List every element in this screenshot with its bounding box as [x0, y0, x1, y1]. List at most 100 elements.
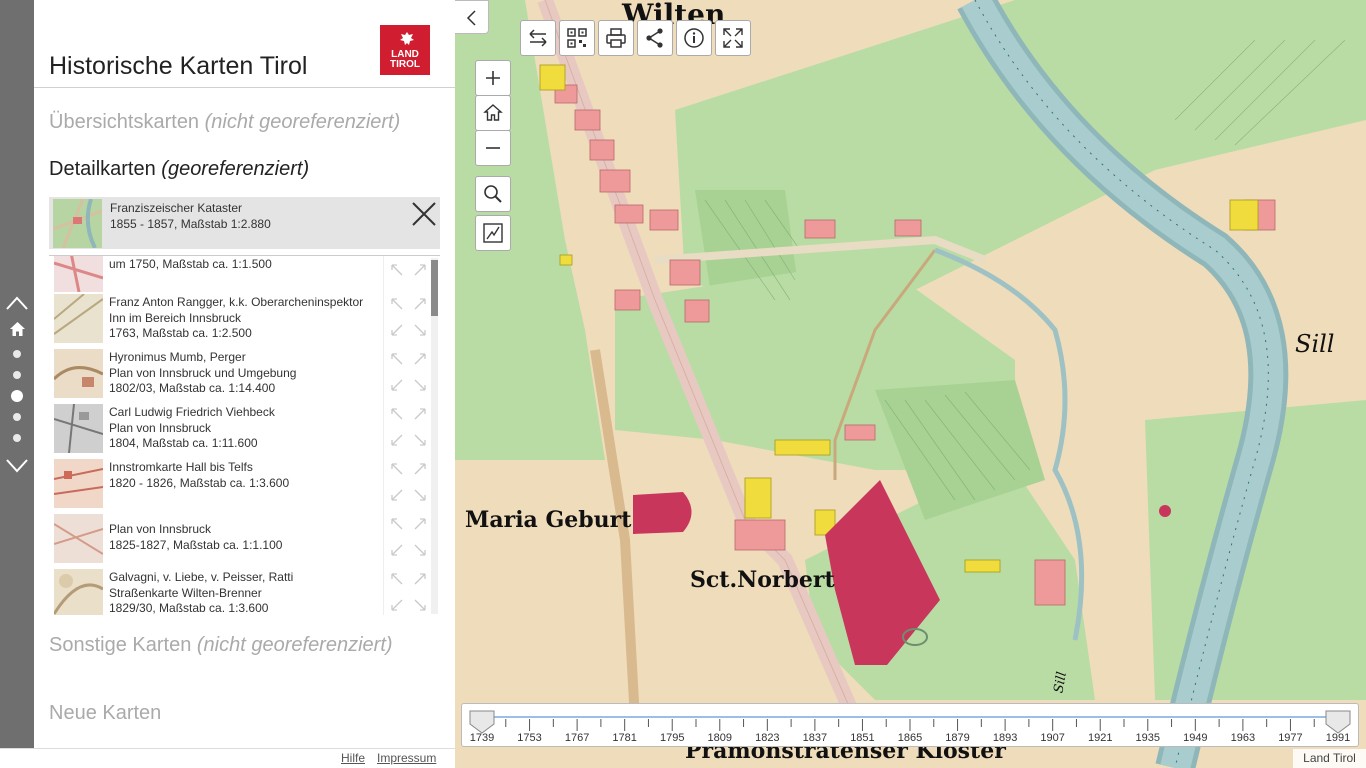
help-link[interactable]: Hilfe	[341, 751, 365, 765]
arrow-up-right-icon[interactable]	[414, 352, 427, 365]
map-thumbnail	[54, 459, 103, 508]
info-button[interactable]	[676, 20, 712, 56]
zoom-in-button[interactable]	[475, 60, 511, 96]
timeline-slider[interactable]: 1739 1753 1767 1781 1795 1809 1823 1837 1851 1865…	[461, 703, 1359, 747]
arrow-down-left-icon[interactable]	[390, 324, 403, 337]
timeline-end-handle[interactable]	[1325, 710, 1351, 734]
eagle-icon	[400, 32, 414, 45]
list-item-actions	[383, 513, 429, 568]
arrow-up-right-icon[interactable]	[414, 263, 427, 276]
map-thumbnail	[54, 569, 103, 615]
home-view-button[interactable]	[475, 95, 511, 131]
arrow-down-right-icon[interactable]	[414, 379, 427, 392]
arrow-down-right-icon[interactable]	[414, 544, 427, 557]
list-item-text: Franz Anton Rangger, k.k. Oberarcheninsp…	[109, 295, 379, 342]
collapse-panel-button[interactable]	[455, 0, 489, 34]
share-button[interactable]	[637, 20, 673, 56]
arrow-up-right-icon[interactable]	[414, 572, 427, 585]
list-item-line1: Galvagni, v. Liebe, v. Peisser, Ratti	[109, 570, 294, 584]
timeline-ticks	[481, 719, 1339, 731]
print-button[interactable]	[598, 20, 634, 56]
chevron-down-icon[interactable]	[5, 457, 29, 475]
section-overview-maps[interactable]: Übersichtskarten (nicht georeferenziert)	[49, 111, 400, 134]
list-item-text: Hyronimus Mumb, Perger Plan von Innsbruc…	[109, 350, 379, 397]
list-item-line3: 1802/03, Maßstab ca. 1:14.400	[109, 381, 276, 395]
home-icon[interactable]	[9, 321, 26, 337]
section-label: Übersichtskarten	[49, 111, 200, 133]
list-scrollbar-thumb[interactable]	[431, 260, 438, 316]
selected-map-info: 1855 - 1857, Maßstab 1:2.880	[110, 217, 271, 231]
selected-map-card[interactable]: Franziszeischer Kataster 1855 - 1857, Ma…	[49, 197, 440, 249]
section-label: Detailkarten	[49, 158, 156, 180]
arrow-down-left-icon[interactable]	[390, 434, 403, 447]
timeline-start-handle[interactable]	[469, 710, 495, 734]
historic-map-image	[455, 0, 1366, 768]
imprint-link[interactable]: Impressum	[377, 751, 436, 765]
arrow-up-left-icon[interactable]	[390, 462, 403, 475]
arrow-down-right-icon[interactable]	[414, 434, 427, 447]
map-canvas[interactable]: Wilten Maria Geburt Sct.Norbert Prämonst…	[455, 0, 1366, 768]
timeline-year-label: 1879	[945, 732, 970, 744]
section-dot-2[interactable]	[13, 371, 21, 379]
measure-button[interactable]	[475, 215, 511, 251]
timeline-year-label: 1907	[1040, 732, 1065, 744]
section-other-maps[interactable]: Sonstige Karten (nicht georeferenziert)	[49, 634, 393, 657]
section-new-maps[interactable]: Neue Karten	[49, 702, 161, 725]
list-item[interactable]: Carl Ludwig Friedrich Viehbeck Plan von …	[49, 403, 440, 458]
arrow-down-right-icon[interactable]	[414, 324, 427, 337]
list-item[interactable]: Innstromkarte Hall bis Telfs 1820 - 1826…	[49, 458, 440, 513]
map-list[interactable]: um 1750, Maßstab ca. 1:1.500 Franz Anton…	[49, 255, 440, 615]
arrow-up-right-icon[interactable]	[414, 297, 427, 310]
chevron-up-icon[interactable]	[5, 294, 29, 312]
list-item-line1: Carl Ludwig Friedrich Viehbeck	[109, 405, 275, 419]
list-item[interactable]: Plan von Innsbruck 1825-1827, Maßstab ca…	[49, 513, 440, 568]
map-thumbnail	[54, 349, 103, 398]
arrow-down-right-icon[interactable]	[414, 489, 427, 502]
compare-swipe-button[interactable]	[520, 20, 556, 56]
map-thumbnail	[54, 514, 103, 563]
timeline-year-label: 1949	[1183, 732, 1208, 744]
chevron-left-icon	[466, 10, 476, 26]
section-dot-5[interactable]	[13, 434, 21, 442]
list-scrollbar[interactable]	[431, 258, 438, 614]
fullscreen-button[interactable]	[715, 20, 751, 56]
arrow-up-left-icon[interactable]	[390, 407, 403, 420]
list-item-line3: 1829/30, Maßstab ca. 1:3.600	[109, 601, 269, 615]
close-icon[interactable]	[411, 201, 437, 227]
search-button[interactable]	[475, 176, 511, 212]
list-item-text: um 1750, Maßstab ca. 1:1.500	[109, 257, 379, 273]
timeline-year-label: 1851	[850, 732, 875, 744]
timeline-year-label: 1837	[802, 732, 828, 744]
arrow-down-left-icon[interactable]	[390, 544, 403, 557]
arrow-down-left-icon[interactable]	[390, 599, 403, 612]
list-item-line2: Inn im Bereich Innsbruck	[109, 310, 242, 325]
list-item-line1: Plan von Innsbruck	[109, 522, 212, 536]
list-item[interactable]: Franz Anton Rangger, k.k. Oberarcheninsp…	[49, 293, 440, 348]
list-item[interactable]: Hyronimus Mumb, Perger Plan von Innsbruc…	[49, 348, 440, 403]
share-icon	[646, 28, 663, 48]
arrow-up-left-icon[interactable]	[390, 572, 403, 585]
arrow-down-right-icon[interactable]	[414, 599, 427, 612]
section-dot-3-active[interactable]	[11, 390, 23, 402]
list-item-line3: 1763, Maßstab ca. 1:2.500	[109, 326, 252, 340]
qr-code-button[interactable]	[559, 20, 595, 56]
arrow-up-right-icon[interactable]	[414, 407, 427, 420]
arrow-down-left-icon[interactable]	[390, 379, 403, 392]
arrow-up-left-icon[interactable]	[390, 517, 403, 530]
zoom-out-button[interactable]	[475, 130, 511, 166]
section-dot-1[interactable]	[13, 350, 21, 358]
arrow-up-left-icon[interactable]	[390, 263, 403, 276]
divider	[34, 87, 455, 88]
ruler-icon	[483, 223, 503, 243]
list-item[interactable]: Galvagni, v. Liebe, v. Peisser, Ratti St…	[49, 568, 440, 615]
arrow-up-left-icon[interactable]	[390, 352, 403, 365]
arrow-down-left-icon[interactable]	[390, 489, 403, 502]
land-tirol-logo[interactable]: LAND TIROL	[380, 25, 430, 75]
list-item[interactable]: um 1750, Maßstab ca. 1:1.500	[49, 256, 440, 295]
arrow-up-right-icon[interactable]	[414, 462, 427, 475]
section-detail-maps[interactable]: Detailkarten (georeferenziert)	[49, 158, 309, 181]
arrow-up-left-icon[interactable]	[390, 297, 403, 310]
section-dot-4[interactable]	[13, 413, 21, 421]
list-item-actions	[383, 293, 429, 348]
arrow-up-right-icon[interactable]	[414, 517, 427, 530]
